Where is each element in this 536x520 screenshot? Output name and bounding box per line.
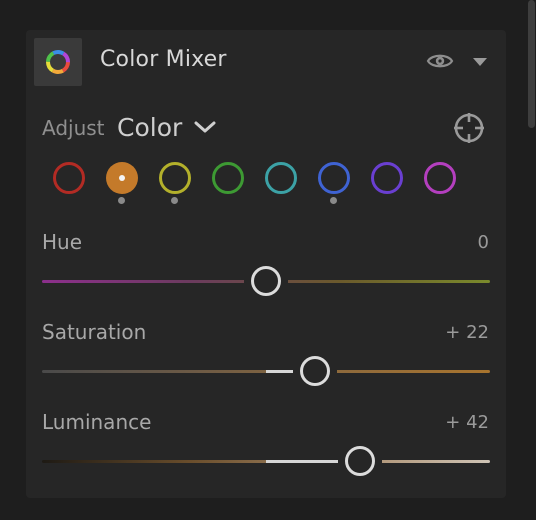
luminance-value: + 42	[445, 412, 489, 433]
luminance-slider-thumb[interactable]	[345, 446, 376, 476]
triangle-down-icon[interactable]	[473, 57, 487, 67]
panel-title: Color Mixer	[100, 47, 227, 72]
swatch-magenta[interactable]	[424, 162, 456, 194]
saturation-slider-thumb[interactable]	[300, 356, 331, 386]
hue-value: 0	[477, 232, 489, 253]
swatch-purple[interactable]	[371, 162, 403, 194]
swatch-green[interactable]	[212, 162, 244, 194]
hue-label: Hue	[42, 230, 83, 254]
luminance-label: Luminance	[42, 410, 152, 434]
color-wheel-icon[interactable]	[34, 38, 82, 86]
adjusted-indicator-orange	[118, 197, 125, 204]
saturation-value: + 22	[445, 322, 489, 343]
crosshair-target-icon[interactable]	[453, 112, 485, 144]
adjust-label: Adjust	[42, 116, 105, 140]
hue-slider-thumb[interactable]	[251, 266, 281, 296]
swatch-blue[interactable]	[318, 162, 350, 194]
scrollbar-thumb[interactable]	[528, 0, 535, 128]
chevron-down-icon	[194, 121, 216, 133]
swatch-red[interactable]	[53, 162, 85, 194]
eye-icon[interactable]	[426, 51, 454, 71]
adjusted-indicator-blue	[330, 197, 337, 204]
adjusted-indicator-yellow	[171, 197, 178, 204]
color-mixer-panel: Color Mixer Adjust Color Hue 0 Saturation +…	[26, 30, 506, 498]
swatch-yellow[interactable]	[159, 162, 191, 194]
selected-swatch-dot	[119, 175, 125, 181]
adjust-dropdown[interactable]: Color	[117, 111, 216, 143]
swatch-aqua[interactable]	[265, 162, 297, 194]
saturation-label: Saturation	[42, 320, 147, 344]
adjust-value: Color	[117, 112, 183, 142]
swatch-orange[interactable]	[106, 162, 138, 194]
